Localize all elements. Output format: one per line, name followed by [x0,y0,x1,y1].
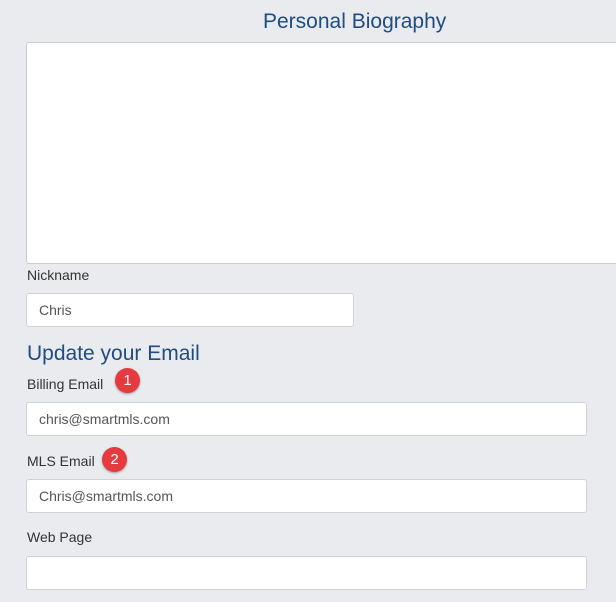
billing-email-badge: 1 [115,368,140,393]
nickname-label: Nickname [27,267,90,283]
billing-email-input[interactable] [26,402,587,436]
personal-biography-title: Personal Biography [263,10,447,33]
personal-biography-textarea[interactable] [26,42,616,264]
web-page-label: Web Page [27,529,93,545]
web-page-input[interactable] [26,556,587,590]
billing-email-label: Billing Email [27,376,104,392]
mls-email-badge: 2 [102,447,127,472]
mls-email-input[interactable] [26,479,587,513]
mls-email-label: MLS Email [27,453,95,469]
update-email-title: Update your Email [27,342,200,365]
nickname-input[interactable] [26,293,354,327]
